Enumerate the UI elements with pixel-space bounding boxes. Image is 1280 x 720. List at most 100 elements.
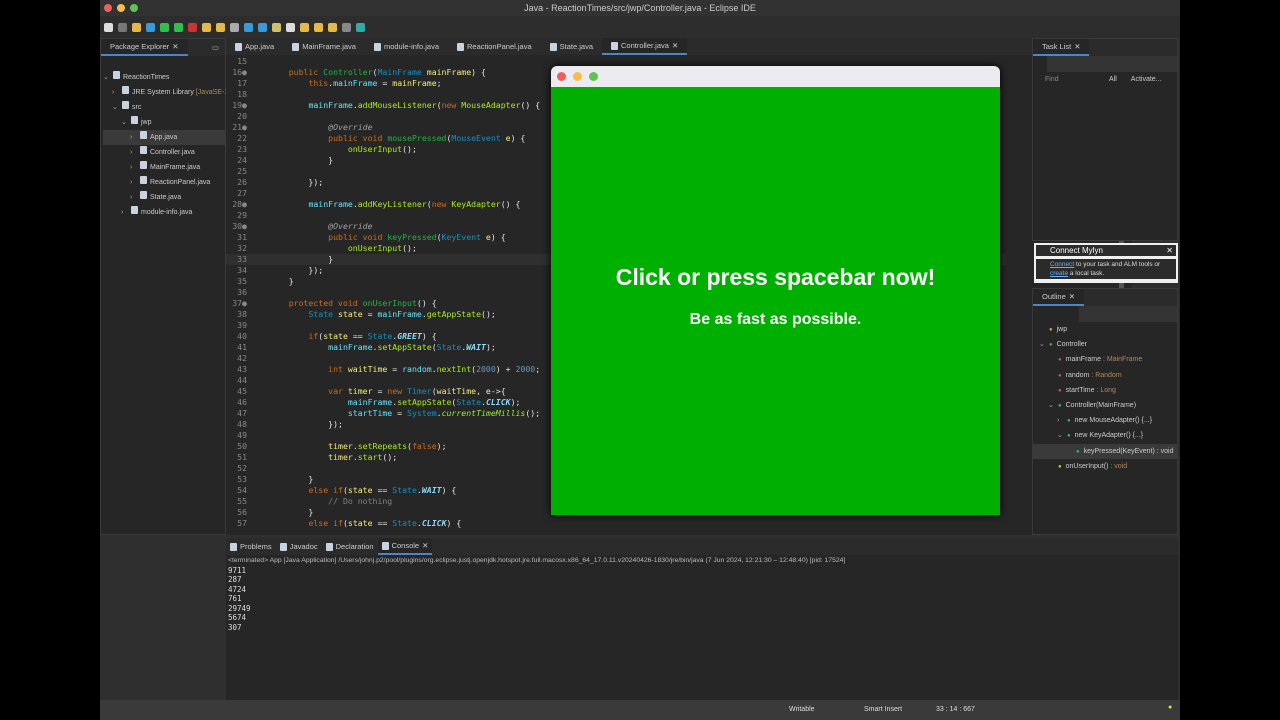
outline-item[interactable]: ● keyPressed(KeyEvent) : void	[1033, 443, 1177, 459]
method-icon: ●	[1067, 418, 1071, 425]
tab-package-explorer[interactable]: Package Explorer ✕	[101, 39, 188, 56]
tree-item[interactable]: › State.java	[103, 190, 225, 205]
toolbar-button[interactable]	[356, 22, 365, 32]
tab-problems[interactable]: Problems	[226, 538, 276, 555]
tab-console[interactable]: Console ✕	[377, 538, 433, 555]
close-icon[interactable]: ✕	[672, 41, 678, 50]
close-icon[interactable]: ✕	[422, 541, 428, 550]
tab-task-list[interactable]: Task List ✕	[1033, 39, 1090, 56]
activate-button[interactable]: Activate...	[1131, 76, 1162, 83]
code-token: }	[269, 254, 334, 264]
toolbar-button[interactable]	[160, 22, 169, 32]
toolbar-button[interactable]	[342, 22, 351, 32]
tab-declaration[interactable]: Declaration	[322, 538, 378, 555]
tab-editor-file[interactable]: App.java	[226, 38, 283, 55]
chevron-down-icon[interactable]: ⌄	[1039, 337, 1049, 352]
line-source: }	[249, 254, 333, 264]
chevron-right-icon[interactable]: ›	[130, 175, 140, 190]
tree-item[interactable]: › MainFrame.java	[103, 160, 225, 175]
tree-item[interactable]: › ReactionPanel.java	[103, 175, 225, 190]
close-window-button[interactable]	[104, 4, 112, 12]
tab-editor-file[interactable]: module-info.java	[365, 38, 448, 55]
chevron-down-icon[interactable]: ⌄	[1048, 398, 1058, 413]
close-icon[interactable]: ✕	[1074, 42, 1080, 51]
line-source: });	[249, 265, 323, 275]
chevron-right-icon[interactable]: ›	[112, 85, 122, 100]
outline-item[interactable]: ● random : Random	[1033, 368, 1177, 383]
line-source: }	[249, 474, 313, 484]
find-input[interactable]: Find	[1045, 76, 1095, 83]
connect-link[interactable]: Connect	[1050, 261, 1074, 268]
chevron-down-icon[interactable]: ⌄	[121, 115, 131, 130]
code-line[interactable]: 57 else if(state == State.CLICK) {	[226, 518, 1006, 529]
line-number: 32	[237, 243, 247, 253]
chevron-right-icon[interactable]: ›	[130, 190, 140, 205]
chevron-right-icon[interactable]: ›	[1057, 413, 1067, 428]
toolbar-button[interactable]	[188, 22, 197, 32]
chevron-down-icon[interactable]: ⌄	[103, 70, 113, 85]
chevron-right-icon[interactable]: ›	[130, 145, 140, 160]
tab-outline[interactable]: Outline ✕	[1033, 289, 1085, 306]
outline-item[interactable]: ⌄ ● Controller(MainFrame)	[1033, 398, 1177, 413]
outline-item[interactable]: ● onUserInput() : void	[1033, 459, 1177, 474]
close-icon[interactable]: ✕	[1069, 292, 1075, 301]
outline-item[interactable]: ⌄ ● Controller	[1033, 337, 1177, 352]
code-token: () {	[500, 199, 521, 209]
chevron-right-icon[interactable]: ›	[130, 160, 140, 175]
app-zoom-button[interactable]	[589, 72, 598, 81]
outline-item[interactable]: ● startTime : Long	[1033, 383, 1177, 398]
toolbar-button[interactable]	[104, 22, 113, 32]
app-close-button[interactable]	[557, 72, 566, 81]
close-icon[interactable]: ✕	[172, 42, 178, 51]
toolbar-button[interactable]	[174, 22, 183, 32]
create-link[interactable]: create	[1050, 270, 1068, 277]
maximize-icon[interactable]: ▭	[212, 43, 219, 52]
tab-editor-file[interactable]: ReactionPanel.java	[448, 38, 541, 55]
toolbar-button[interactable]	[118, 22, 127, 32]
app-minimize-button[interactable]	[573, 72, 582, 81]
chevron-right-icon[interactable]: ›	[130, 130, 140, 145]
line-source	[249, 375, 269, 385]
console-output[interactable]: 9711 287 4724 761 29749 5674 307	[226, 566, 1178, 633]
tree-item[interactable]: › App.java	[103, 130, 225, 145]
toolbar-button[interactable]	[202, 22, 211, 32]
tab-editor-file[interactable]: MainFrame.java	[283, 38, 365, 55]
chevron-down-icon[interactable]: ⌄	[112, 100, 122, 115]
toolbar-button[interactable]	[244, 22, 253, 32]
toolbar-button[interactable]	[328, 22, 337, 32]
tree-item[interactable]: › JRE System Library [JavaSE-17]	[103, 85, 234, 100]
tree-item[interactable]: › module-info.java	[103, 205, 225, 220]
outline-item[interactable]: › ● new MouseAdapter() {...}	[1033, 413, 1177, 428]
code-token: timer	[347, 386, 373, 396]
outline-item[interactable]: ⌄ ● new KeyAdapter() {...}	[1033, 428, 1177, 443]
reaction-app-window[interactable]: Click or press spacebar now! Be as fast …	[551, 66, 1000, 515]
tab-editor-file[interactable]: Controller.java ✕	[602, 38, 688, 55]
toolbar-button[interactable]	[132, 22, 141, 32]
tree-item[interactable]: ⌄ src	[103, 100, 225, 115]
tree-item[interactable]: › Controller.java	[103, 145, 225, 160]
toolbar-button[interactable]	[216, 22, 225, 32]
minimize-window-button[interactable]	[117, 4, 125, 12]
tree-item[interactable]: ⌄ jwp	[103, 115, 225, 130]
outline-item[interactable]: ● jwp	[1033, 322, 1177, 337]
toolbar-button[interactable]	[272, 22, 281, 32]
lightbulb-icon[interactable]: ●	[1168, 704, 1172, 711]
toolbar-button[interactable]	[300, 22, 309, 32]
code-token: ();	[525, 408, 541, 418]
line-source: this.mainFrame = mainFrame;	[249, 78, 441, 88]
close-icon[interactable]: ✕	[1166, 245, 1173, 256]
reaction-panel[interactable]: Click or press spacebar now! Be as fast …	[551, 87, 1000, 515]
tree-item[interactable]: ⌄ ReactionTimes	[103, 70, 225, 85]
toolbar-button[interactable]	[314, 22, 323, 32]
all-filter[interactable]: All	[1109, 76, 1117, 83]
tab-editor-file[interactable]: State.java	[541, 38, 602, 55]
toolbar-button[interactable]	[286, 22, 295, 32]
chevron-down-icon[interactable]: ⌄	[1057, 428, 1067, 443]
outline-item[interactable]: ● mainFrame : MainFrame	[1033, 352, 1177, 367]
zoom-window-button[interactable]	[130, 4, 138, 12]
toolbar-button[interactable]	[146, 22, 155, 32]
tab-javadoc[interactable]: Javadoc	[276, 538, 322, 555]
toolbar-button[interactable]	[230, 22, 239, 32]
toolbar-button[interactable]	[258, 22, 267, 32]
chevron-right-icon[interactable]: ›	[121, 205, 131, 220]
